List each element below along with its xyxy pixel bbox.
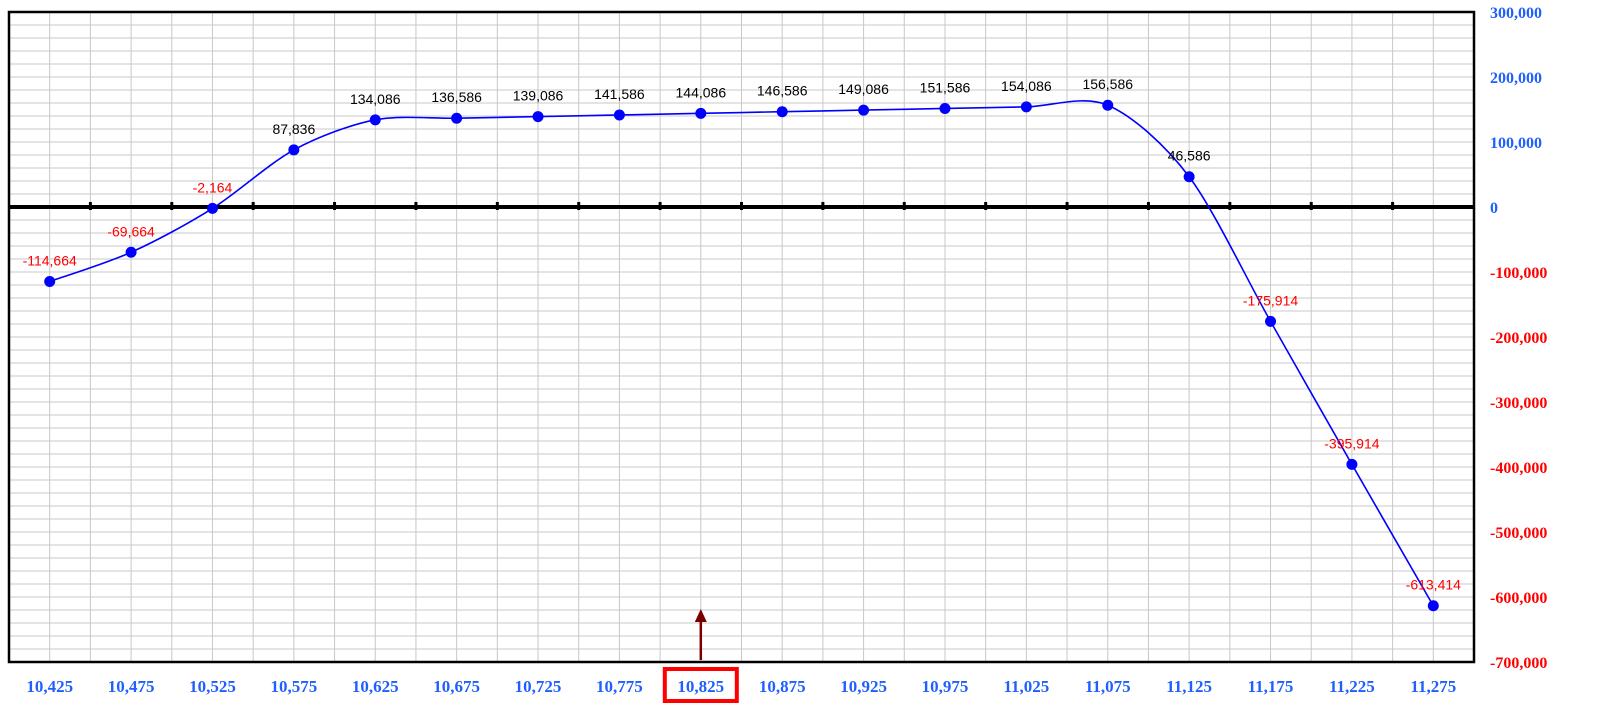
- data-point: [1346, 458, 1358, 470]
- data-label: -395,914: [1324, 435, 1379, 451]
- data-point: [451, 112, 463, 124]
- data-point: [125, 246, 137, 258]
- y-tick-label: -200,000: [1490, 330, 1547, 347]
- data-point: [44, 276, 56, 288]
- data-point: [1427, 600, 1439, 612]
- data-label: 46,586: [1168, 148, 1211, 164]
- x-tick-label: 10,875: [759, 677, 806, 696]
- data-point: [1265, 315, 1277, 327]
- data-label: 156,586: [1082, 76, 1133, 92]
- data-label: -175,914: [1243, 292, 1298, 308]
- data-point: [1020, 101, 1032, 113]
- data-label: 134,086: [350, 91, 401, 107]
- x-tick-labels: 10,425 10,475 10,525 10,575 10,625 10,675 10,7…: [26, 677, 1456, 696]
- data-label: 141,586: [594, 86, 645, 102]
- y-tick-label: -300,000: [1490, 395, 1547, 412]
- y-tick-labels: 300,000 200,000 100,000 0 -100,000 -200,000 -3…: [1490, 5, 1547, 672]
- x-tick-label: 10,825: [677, 677, 724, 696]
- y-tick-label: 0: [1490, 200, 1498, 217]
- x-tick-label: 11,125: [1166, 677, 1212, 696]
- data-point: [776, 106, 788, 118]
- y-tick-label: 300,000: [1490, 5, 1542, 22]
- pnl-line-chart: -114,664 -69,664 -2,164 87,836 134,086 136,58…: [7, 5, 1547, 703]
- y-tick-label: -100,000: [1490, 265, 1547, 282]
- data-label: 154,086: [1001, 78, 1052, 94]
- data-label: -69,664: [107, 223, 155, 239]
- data-point: [532, 111, 544, 123]
- data-point: [369, 114, 381, 126]
- x-tick-label: 10,475: [108, 677, 155, 696]
- x-tick-label: 10,575: [270, 677, 317, 696]
- x-tick-label: 10,925: [840, 677, 887, 696]
- data-label: -2,164: [193, 179, 233, 195]
- data-label: 136,586: [431, 89, 482, 105]
- x-tick-label: 11,225: [1329, 677, 1375, 696]
- data-label: 149,086: [838, 81, 889, 97]
- data-label: 146,586: [757, 83, 808, 99]
- y-tick-label: -700,000: [1490, 655, 1547, 672]
- data-point: [288, 144, 300, 156]
- x-tick-label: 10,775: [596, 677, 643, 696]
- x-tick-label: 10,725: [515, 677, 562, 696]
- data-point: [613, 109, 625, 121]
- data-label: -114,664: [23, 253, 77, 269]
- y-tick-label: 200,000: [1490, 70, 1542, 87]
- x-tick-label: 11,275: [1410, 677, 1456, 696]
- x-tick-label: 10,625: [352, 677, 399, 696]
- y-tick-label: -600,000: [1490, 590, 1547, 607]
- x-tick-label: 10,675: [433, 677, 480, 696]
- data-point: [695, 107, 707, 119]
- grid-lines: [9, 11, 1474, 663]
- data-point: [1183, 171, 1195, 183]
- y-tick-label: -400,000: [1490, 460, 1547, 477]
- data-label: 139,086: [513, 88, 564, 104]
- y-tick-label: 100,000: [1490, 135, 1542, 152]
- x-tick-label: 11,025: [1003, 677, 1049, 696]
- x-tick-label: 11,175: [1248, 677, 1294, 696]
- x-tick-label: 10,975: [922, 677, 969, 696]
- data-label: 87,836: [272, 121, 315, 137]
- x-tick-label: 11,075: [1085, 677, 1131, 696]
- data-point: [858, 104, 870, 116]
- data-point: [206, 202, 218, 214]
- current-price-arrow-icon: [694, 609, 707, 622]
- data-point: [1102, 99, 1114, 111]
- x-tick-label: 10,425: [26, 677, 73, 696]
- data-label: -613,414: [1406, 577, 1461, 593]
- data-point: [939, 102, 951, 114]
- y-tick-label: -500,000: [1490, 525, 1547, 542]
- data-label: 144,086: [676, 84, 727, 100]
- data-label: 151,586: [920, 79, 971, 95]
- x-tick-label: 10,525: [189, 677, 236, 696]
